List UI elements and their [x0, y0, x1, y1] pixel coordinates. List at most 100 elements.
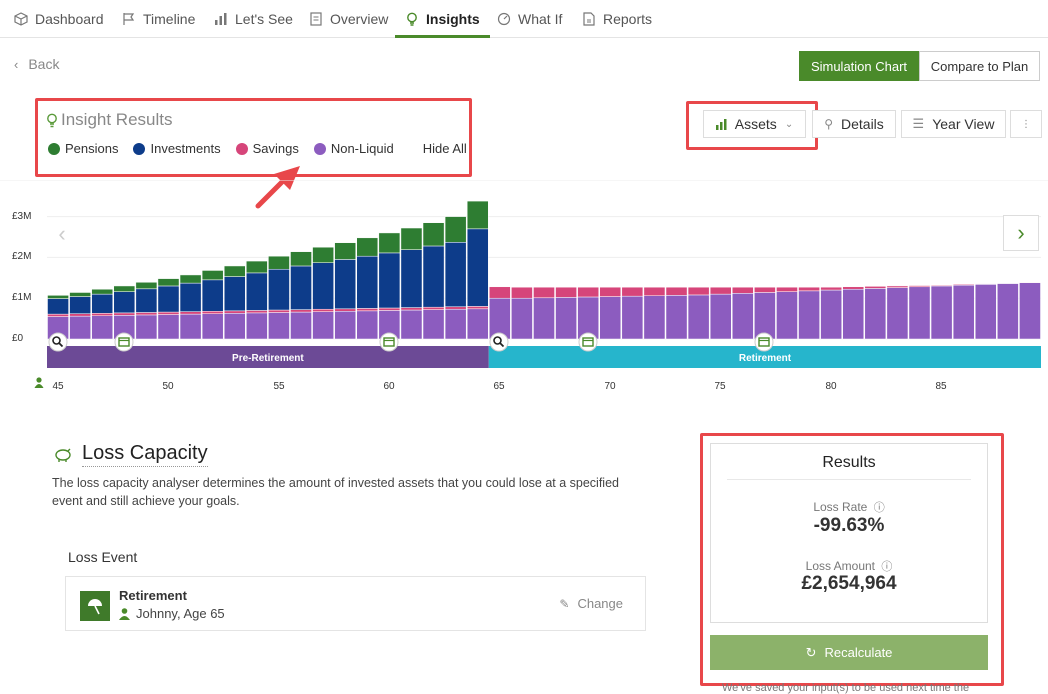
tab-insights[interactable]: Insights — [405, 0, 480, 37]
bar-segment — [335, 259, 356, 308]
bar-segment — [158, 286, 179, 312]
bar-segment — [401, 310, 422, 339]
bar-segment — [114, 286, 135, 292]
bar-segment — [688, 287, 709, 295]
pre-retirement-label: Pre-Retirement — [232, 353, 304, 364]
legend-pensions[interactable]: Pensions — [48, 141, 118, 156]
tab-label: Overview — [330, 11, 388, 27]
chevron-left-icon[interactable]: ‹ — [44, 216, 80, 252]
bar-segment — [224, 313, 245, 339]
info-icon[interactable]: ⓘ — [874, 502, 885, 514]
tab-overview[interactable]: Overview — [309, 0, 388, 37]
bar-segment — [600, 287, 621, 296]
bar-chart-icon — [214, 12, 228, 26]
info-icon[interactable]: ⓘ — [881, 561, 892, 573]
bar-segment — [467, 309, 488, 339]
bar-segment — [92, 316, 113, 339]
legend-investments[interactable]: Investments — [133, 141, 220, 156]
bar-segment — [445, 242, 466, 306]
bar-segment — [865, 288, 886, 339]
bar-segment — [931, 285, 952, 286]
bar-segment — [268, 256, 289, 269]
loss-capacity-heading: Loss Capacity — [54, 442, 208, 467]
bar-segment — [313, 312, 334, 339]
person-icon — [119, 608, 130, 620]
retirement-label: Retirement — [739, 353, 792, 364]
bar-segment — [313, 263, 334, 310]
change-event-button[interactable]: ✎ Change — [559, 596, 623, 611]
bar-segment — [732, 293, 753, 339]
more-options-button[interactable]: ⋮ — [1010, 110, 1042, 138]
flag-icon — [122, 12, 136, 26]
bar-segment — [70, 314, 91, 316]
bar-segment — [114, 292, 135, 313]
tab-label: What If — [518, 11, 562, 27]
bar-segment — [180, 275, 201, 283]
bar-segment — [246, 313, 267, 339]
compare-to-plan-button[interactable]: Compare to Plan — [919, 51, 1040, 81]
bar-segment — [313, 247, 334, 263]
bar-segment — [821, 290, 842, 339]
tab-lets-see[interactable]: Let's See — [214, 0, 293, 37]
bar-segment — [754, 292, 775, 339]
hide-all-link[interactable]: Hide All — [423, 141, 467, 156]
bar-segment — [423, 246, 444, 307]
tab-label: Insights — [426, 11, 480, 27]
bar-segment — [578, 287, 599, 297]
details-button[interactable]: ⚲ Details — [812, 110, 896, 138]
x-tick-label: 80 — [825, 381, 837, 392]
bar-segment — [1019, 283, 1040, 339]
bar-segment — [136, 315, 157, 339]
bar-segment — [997, 284, 1018, 339]
bar-segment — [909, 287, 930, 339]
piggy-bank-icon — [54, 447, 72, 463]
assets-dropdown[interactable]: Assets ⌄ — [703, 110, 806, 138]
bar-segment — [423, 223, 444, 246]
chevron-right-icon[interactable]: › — [1003, 215, 1039, 251]
lightbulb-icon — [46, 113, 58, 128]
loss-event-label: Loss Event — [68, 549, 137, 565]
bar-segment — [666, 287, 687, 295]
x-tick-label: 70 — [604, 381, 616, 392]
bar-segment — [246, 273, 267, 311]
bar-segment — [290, 266, 311, 310]
loss-amount-label: Loss Amount ⓘ — [711, 558, 987, 574]
tab-timeline[interactable]: Timeline — [122, 0, 195, 37]
back-link[interactable]: ‹ Back — [14, 56, 59, 72]
y-tick-label: £1M — [12, 292, 31, 303]
loss-rate-label: Loss Rate ⓘ — [711, 499, 987, 515]
bar-segment — [357, 308, 378, 310]
list-icon: ☰ — [913, 116, 925, 132]
y-tick-label: £0 — [12, 333, 23, 344]
kebab-icon: ⋮ — [1021, 119, 1031, 130]
simulation-chart-button[interactable]: Simulation Chart — [799, 51, 919, 81]
non-liquid-dot — [314, 143, 326, 155]
bar-segment — [754, 287, 775, 292]
year-view-button[interactable]: ☰ Year View — [901, 110, 1006, 138]
bar-segment — [268, 312, 289, 339]
tab-reports[interactable]: Reports — [582, 0, 652, 37]
saved-note: We've saved your input(s) to be used nex… — [722, 682, 969, 694]
bar-segment — [290, 312, 311, 339]
lightbulb-icon — [405, 12, 419, 26]
pencil-icon: ✎ — [559, 597, 569, 611]
event-title: Retirement — [119, 588, 187, 603]
back-label: Back — [28, 56, 59, 72]
bar-segment — [710, 287, 731, 294]
recalculate-button[interactable]: ↻ Recalculate — [710, 635, 988, 670]
legend-savings[interactable]: Savings — [236, 141, 299, 156]
bar-segment — [357, 311, 378, 339]
bar-segment — [313, 309, 334, 311]
legend-non-liquid[interactable]: Non-Liquid — [314, 141, 394, 156]
results-title: Results — [711, 454, 987, 472]
search-icon: ⚲ — [824, 117, 833, 131]
loss-amount-value: £2,654,964 — [711, 573, 987, 595]
x-tick-label: 50 — [162, 381, 174, 392]
bar-segment — [511, 298, 532, 339]
tab-dashboard[interactable]: Dashboard — [14, 0, 104, 37]
tab-label: Let's See — [235, 11, 293, 27]
bar-segment — [445, 307, 466, 309]
tab-what-if[interactable]: What If — [497, 0, 562, 37]
tab-label: Dashboard — [35, 11, 104, 27]
bar-segment — [622, 296, 643, 339]
